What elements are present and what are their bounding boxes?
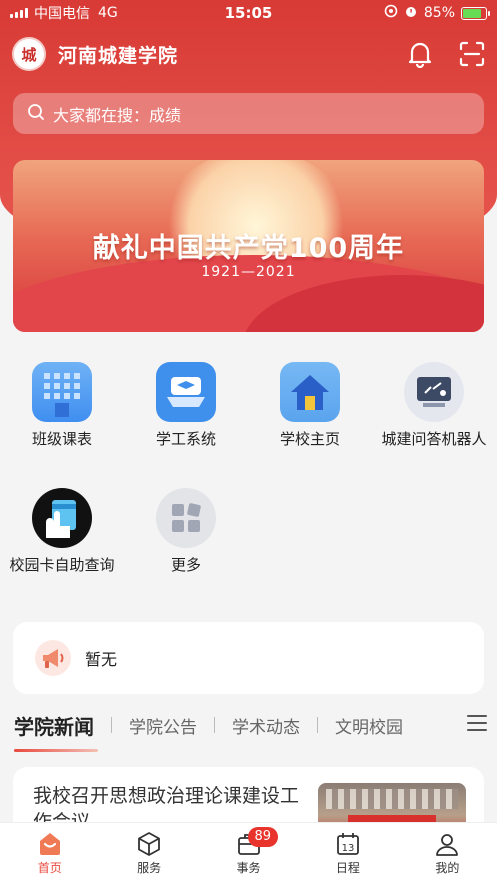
- grid-item-more[interactable]: 更多: [124, 488, 248, 574]
- timetable-icon: [32, 362, 92, 422]
- search-placeholder: 大家都在搜：成绩: [53, 105, 182, 125]
- alarm-icon: [404, 4, 418, 22]
- tabbar-label: 服务: [137, 861, 162, 875]
- battery-icon: [461, 6, 490, 20]
- tab-college-notices[interactable]: 学院公告: [129, 713, 197, 738]
- signal-icon: [10, 8, 28, 18]
- menu-icon[interactable]: [467, 714, 487, 736]
- grid-item-label: 学校主页: [279, 430, 340, 448]
- search-icon: [27, 103, 53, 125]
- calendar-icon: 13: [298, 831, 397, 857]
- bottom-tab-bar: 首页 服务 89 事务 13 日程 我的: [0, 822, 497, 883]
- news-tabs: 学院新闻 学院公告 学术动态 文明校园: [14, 705, 487, 752]
- notice-bar[interactable]: 暂无: [13, 622, 484, 694]
- tabbar-label: 首页: [37, 861, 62, 875]
- tab-divider: [111, 717, 112, 733]
- calendar-day: 13: [342, 843, 355, 854]
- graduation-cap-icon: [156, 362, 216, 422]
- grid-item-label: 学工系统: [155, 430, 216, 448]
- tabbar-item-schedule[interactable]: 13 日程: [298, 823, 397, 883]
- tabbar-item-services[interactable]: 服务: [99, 823, 198, 883]
- campus-card-icon: [32, 488, 92, 548]
- app-title: 河南城建学院: [58, 44, 179, 67]
- tabbar-label: 我的: [435, 861, 460, 875]
- bell-icon[interactable]: [407, 40, 433, 68]
- grid-item-label: 更多: [170, 556, 201, 574]
- grid-item-school-homepage[interactable]: 学校主页: [248, 362, 372, 448]
- orientation-lock-icon: [384, 4, 398, 22]
- home-tab-icon: [0, 831, 99, 857]
- tabbar-item-affairs[interactable]: 89 事务: [199, 823, 298, 883]
- chatbot-icon: [404, 362, 464, 422]
- user-icon: [398, 831, 497, 857]
- tabbar-label: 事务: [236, 861, 261, 875]
- notice-text: 暂无: [85, 650, 118, 669]
- notification-badge: 89: [247, 827, 278, 847]
- grid-item-class-schedule[interactable]: 班级课表: [0, 362, 124, 448]
- grid-item-student-affairs[interactable]: 学工系统: [124, 362, 248, 448]
- grid-item-campus-card[interactable]: 校园卡自助查询: [0, 488, 124, 574]
- app-header: 城 河南城建学院: [12, 36, 485, 72]
- banner-years: 1921—2021: [201, 264, 296, 280]
- status-bar: 中国电信 4G 15:05 85%: [0, 0, 497, 26]
- battery-percent: 85%: [423, 5, 455, 21]
- tab-divider: [317, 717, 318, 733]
- network-type: 4G: [98, 5, 118, 21]
- school-logo: 城: [12, 37, 46, 71]
- tab-divider: [214, 717, 215, 733]
- cube-icon: [99, 831, 198, 857]
- megaphone-icon: [35, 640, 71, 676]
- banner-carousel[interactable]: 献礼中国共产党100周年 1921—2021: [13, 160, 484, 332]
- search-bar[interactable]: 大家都在搜：成绩: [13, 93, 484, 134]
- tabbar-item-home[interactable]: 首页: [0, 823, 99, 883]
- tab-college-news[interactable]: 学院新闻: [14, 711, 98, 752]
- tabbar-item-profile[interactable]: 我的: [398, 823, 497, 883]
- tabbar-label: 日程: [335, 861, 360, 875]
- tab-civilized-campus[interactable]: 文明校园: [335, 713, 403, 738]
- scan-icon[interactable]: [459, 41, 485, 67]
- grid-item-label: 校园卡自助查询: [9, 556, 115, 574]
- tab-academic-news[interactable]: 学术动态: [232, 713, 300, 738]
- grid-item-label: 城建问答机器人: [381, 430, 487, 448]
- banner-title: 献礼中国共产党100周年: [92, 233, 405, 264]
- home-icon: [280, 362, 340, 422]
- grid-item-label: 班级课表: [31, 430, 92, 448]
- more-apps-icon: [156, 488, 216, 548]
- carrier-name: 中国电信: [34, 6, 90, 22]
- grid-item-chatbot[interactable]: 城建问答机器人: [372, 362, 496, 448]
